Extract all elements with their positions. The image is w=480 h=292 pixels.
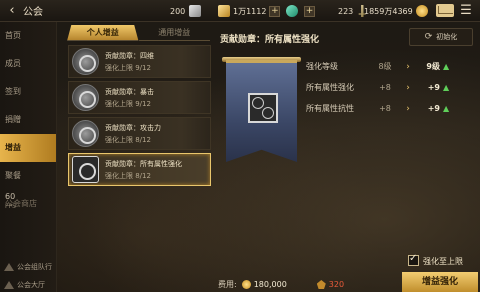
sidebar-item-label: 捐赠 xyxy=(5,115,21,124)
up-arrow-icon: ▲ xyxy=(443,62,450,71)
currency-gold-ingot-value: 1万1112 xyxy=(233,6,267,16)
sidebar-item-checkin[interactable]: 签到 xyxy=(0,78,56,106)
stat-current: +8 xyxy=(379,104,391,113)
medal-limit: 强化上限 8/12 xyxy=(105,171,151,180)
medal-card-attack[interactable]: 贡献勋章：攻击力 强化上限 8/12 xyxy=(68,117,211,150)
gold-coin-icon xyxy=(241,280,251,289)
medal-card-crit[interactable]: 贡献勋章：暴击 强化上限 9/12 xyxy=(68,81,211,114)
gold-ingot-icon xyxy=(218,5,230,17)
add-gold-ingot-button[interactable]: + xyxy=(269,5,281,17)
medal-list: 贡献勋章：四维 强化上限 9/12 贡献勋章：暴击 强化上限 9/12 贡献勋章… xyxy=(68,45,211,189)
medal-name: 贡献勋章：攻击力 xyxy=(105,123,161,132)
arrow-right-icon: › xyxy=(406,82,410,93)
tab-general-buff[interactable]: 通用增益 xyxy=(138,25,210,41)
medal-card-all-attributes[interactable]: 贡献勋章：所有属性强化 强化上限 8/12 xyxy=(68,153,211,186)
medal-limit: 强化上限 9/12 xyxy=(105,99,151,108)
currency-gem: + xyxy=(286,4,315,18)
detail-title: 贡献勋章：所有属性强化 xyxy=(220,35,320,45)
arrow-right-icon: › xyxy=(406,61,410,72)
stat-current: +8 xyxy=(379,83,391,92)
stat-current: 8级 xyxy=(378,62,392,71)
stat-row-all-attributes: 所有属性强化 +8 › +9 ▲ xyxy=(306,77,472,98)
stat-next: 9级 xyxy=(426,62,440,71)
buff-tabs: 个人增益 通用增益 xyxy=(67,25,210,41)
sidebar-item-feast[interactable]: 聚餐 xyxy=(0,162,56,190)
medal-limit: 强化上限 8/12 xyxy=(105,135,151,144)
sidebar-item-label: 首页 xyxy=(5,31,21,40)
stat-next: +9 xyxy=(427,104,440,113)
silver-chip-icon xyxy=(189,5,202,17)
stat-label: 强化等级 xyxy=(306,62,338,71)
medal-icon xyxy=(72,48,99,75)
guild-hall-icon xyxy=(4,281,14,289)
currency-gold-ingot: 1万1112 + xyxy=(218,4,281,18)
sidebar-item-label: 成员 xyxy=(5,59,21,68)
banner-emblem-icon xyxy=(248,93,278,123)
enhance-to-max-label: 强化至上限 xyxy=(423,257,463,266)
currency-gold-coin: 1859万4369 xyxy=(364,4,431,18)
fps-label: FPS xyxy=(5,203,16,210)
stat-row-level: 强化等级 8级 › 9级 ▲ xyxy=(306,56,472,77)
tab-personal-buff[interactable]: 个人增益 xyxy=(67,25,139,41)
medal-name: 贡献勋章：暴击 xyxy=(105,87,154,96)
mail-icon[interactable] xyxy=(436,4,454,17)
fps-counter: 60 FPS xyxy=(5,192,16,212)
medal-card-stats[interactable]: 贡献勋章：四维 强化上限 9/12 xyxy=(68,45,211,78)
menu-icon[interactable]: ☰ xyxy=(458,3,474,19)
fee-label: 费用: xyxy=(218,280,237,289)
currency-sword-value: 223 xyxy=(338,6,354,16)
cost-display: 费用: 180,000 320 xyxy=(218,279,344,290)
guild-team-icon xyxy=(4,263,14,271)
medal-name: 贡献勋章：所有属性强化 xyxy=(105,159,182,168)
green-gem-icon xyxy=(286,5,298,17)
sidebar: 首页 成员 签到 捐赠 增益 聚餐 公会商店 xyxy=(0,22,57,292)
up-arrow-icon: ▲ xyxy=(443,83,450,92)
sidebar-item-buff[interactable]: 增益 xyxy=(0,134,56,162)
enhance-buff-button[interactable]: 增益强化 xyxy=(402,272,478,292)
back-arrow-icon[interactable]: ‹ xyxy=(3,2,21,20)
sidebar-item-members[interactable]: 成员 xyxy=(0,50,56,78)
reset-button[interactable]: ⟳ 初始化 xyxy=(409,28,473,46)
medal-icon xyxy=(72,84,99,111)
guild-team-label: 公会组队行 xyxy=(17,263,52,271)
medal-limit: 强化上限 9/12 xyxy=(105,63,151,72)
add-gem-button[interactable]: + xyxy=(304,5,315,17)
arrow-right-icon: › xyxy=(406,103,410,114)
currency-gold-coin-value: 1859万4369 xyxy=(364,6,413,16)
stat-label: 所有属性抗性 xyxy=(306,104,354,113)
guild-team-button[interactable]: 公会组队行 xyxy=(0,262,57,272)
page-title: 公会 xyxy=(23,7,43,18)
gem-cost: 320 xyxy=(328,280,345,289)
gold-coin-icon xyxy=(415,5,428,17)
currency-silver-value: 200 xyxy=(170,6,186,16)
up-arrow-icon: ▲ xyxy=(443,104,450,113)
reset-label: 初始化 xyxy=(436,33,458,41)
stats-table: 强化等级 8级 › 9级 ▲ 所有属性强化 +8 › +9 ▲ 所有属性抗性 +… xyxy=(306,56,472,119)
sidebar-item-label: 增益 xyxy=(5,143,21,152)
fps-value: 60 xyxy=(5,192,16,201)
sidebar-item-donate[interactable]: 捐赠 xyxy=(0,106,56,134)
sidebar-item-label: 聚餐 xyxy=(5,171,21,180)
enhance-to-max-checkbox[interactable] xyxy=(408,253,419,266)
stat-label: 所有属性强化 xyxy=(306,83,354,92)
refresh-icon: ⟳ xyxy=(424,32,433,42)
gold-cost: 180,000 xyxy=(253,280,287,289)
guild-hall-button[interactable]: 公会大厅 xyxy=(0,280,57,290)
guild-hall-label: 公会大厅 xyxy=(17,281,45,289)
medal-icon xyxy=(72,120,99,147)
stat-row-all-resistance: 所有属性抗性 +8 › +9 ▲ xyxy=(306,98,472,119)
gem-icon xyxy=(316,280,326,289)
sidebar-item-home[interactable]: 首页 xyxy=(0,22,56,50)
medal-icon xyxy=(72,156,99,183)
currency-silver: 200 xyxy=(170,4,204,18)
stat-next: +9 xyxy=(427,83,440,92)
medal-name: 贡献勋章：四维 xyxy=(105,51,154,60)
sidebar-item-label: 签到 xyxy=(5,87,21,96)
